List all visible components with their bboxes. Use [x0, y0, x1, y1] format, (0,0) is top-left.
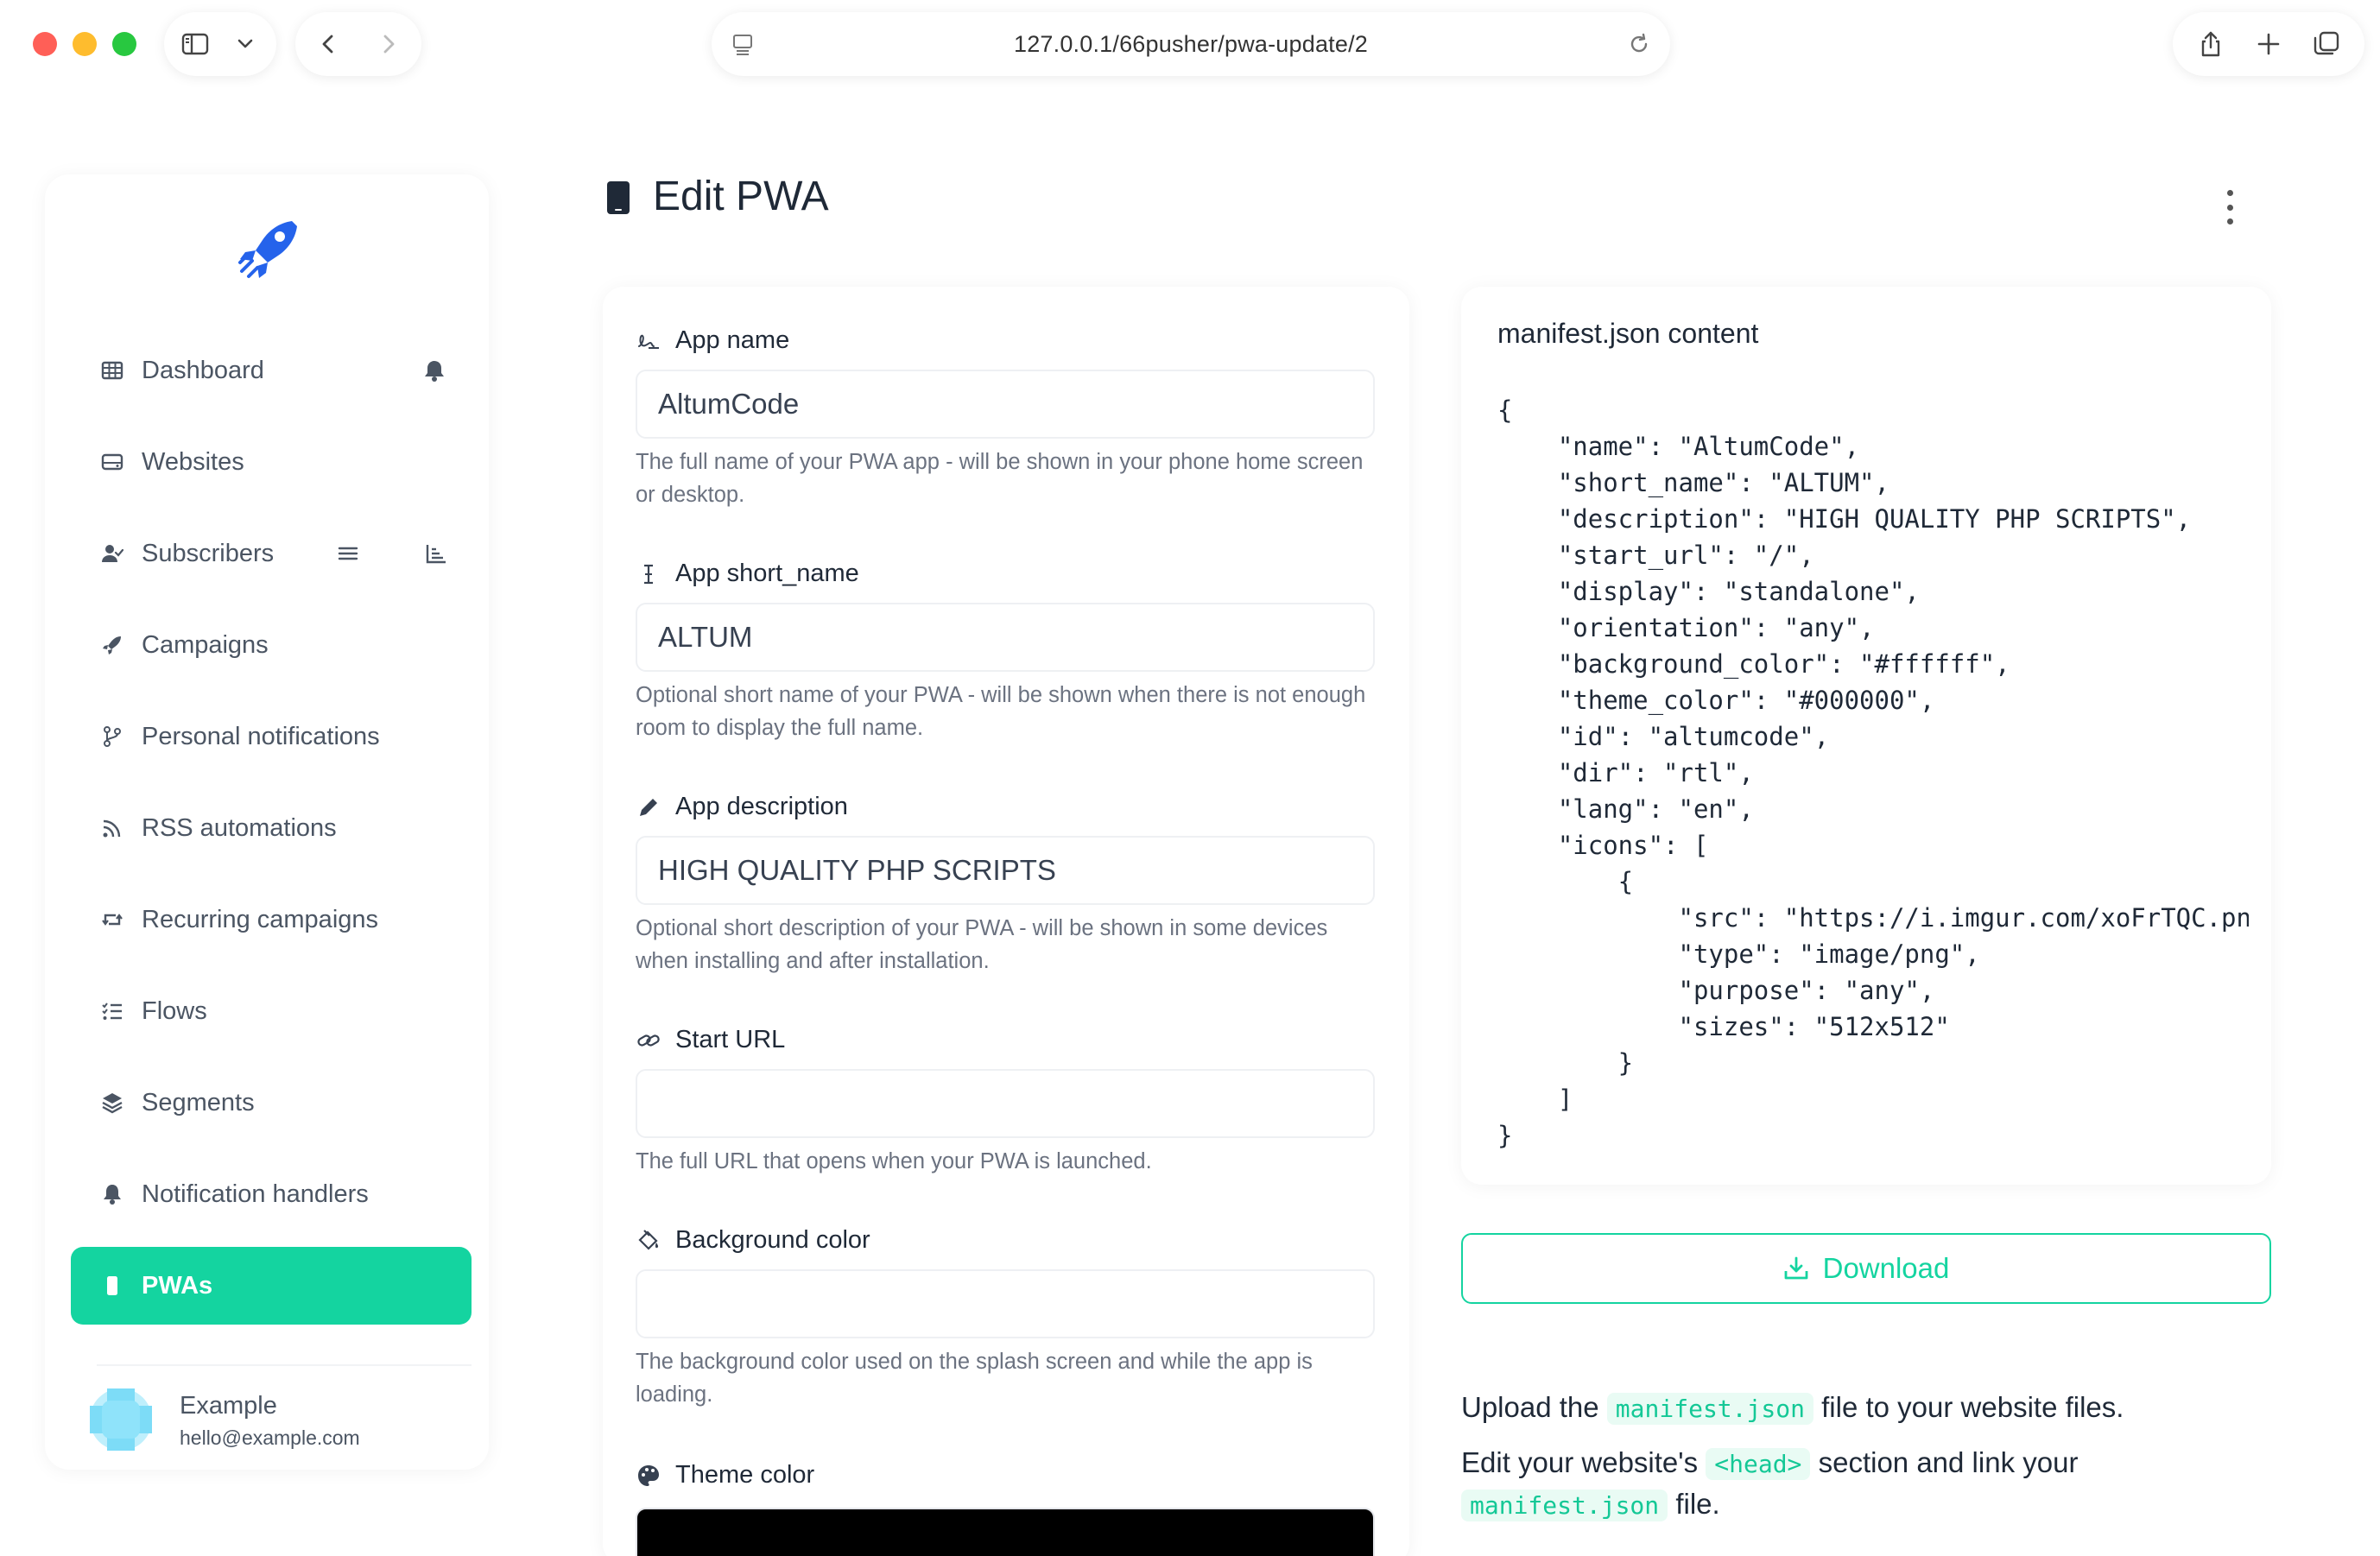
tab-overview-icon[interactable] — [2309, 27, 2344, 61]
forward-icon[interactable] — [371, 27, 406, 61]
background-color-label: Background color — [636, 1226, 870, 1255]
download-button[interactable]: Download — [1461, 1233, 2271, 1304]
manifest-title: manifest.json content — [1497, 318, 1759, 349]
rocket-icon — [100, 633, 124, 657]
palette-icon — [636, 1463, 661, 1489]
sidebar-item-rss-automations[interactable]: RSS automations — [71, 789, 472, 867]
signature-icon — [636, 328, 661, 354]
download-icon — [1784, 1256, 1808, 1280]
sidebar-item-flows[interactable]: Flows — [71, 972, 472, 1050]
instruction-link-manifest: manifest.json file. — [1461, 1482, 1720, 1528]
description-help: Optional short description of your PWA -… — [636, 916, 1328, 973]
instruction-edit-head: Edit your website's <head> section and l… — [1461, 1446, 2079, 1480]
description-input[interactable]: HIGH QUALITY PHP SCRIPTS — [636, 836, 1375, 905]
sidebar-item-websites[interactable]: Websites — [71, 423, 472, 501]
description-label: App description — [636, 793, 848, 821]
text-cursor-icon — [636, 561, 661, 587]
manifest-preview: manifest.json content { "name": "AltumCo… — [1461, 287, 2271, 1185]
share-icon[interactable] — [2193, 27, 2228, 61]
chevron-down-icon[interactable] — [228, 27, 263, 61]
code-chip: manifest.json — [1461, 1490, 1668, 1521]
sidebar-item-label: Recurring campaigns — [142, 905, 379, 933]
address-bar[interactable]: 127.0.0.1/66pusher/pwa-update/2 — [712, 12, 1670, 76]
fill-bucket-icon — [636, 1228, 661, 1254]
sidebar-item-label: Websites — [142, 447, 244, 476]
pencil-icon — [636, 794, 661, 820]
code-branch-icon — [100, 724, 124, 749]
history-nav-group — [295, 12, 421, 76]
background-color-help: The background color used on the splash … — [636, 1350, 1313, 1407]
rss-icon — [100, 816, 124, 840]
user-email: hello@example.com — [180, 1426, 360, 1449]
sidebar-item-label: Flows — [142, 996, 207, 1025]
instruction-upload: Upload the manifest.json file to your we… — [1461, 1391, 2124, 1425]
sidebar-item-subscribers[interactable]: Subscribers — [71, 515, 472, 592]
table-icon — [100, 358, 124, 383]
divider — [97, 1364, 472, 1366]
sidebar-item-campaigns[interactable]: Campaigns — [71, 606, 472, 684]
sidebar-item-notification-handlers[interactable]: Notification handlers — [71, 1155, 472, 1233]
more-options-icon[interactable] — [2219, 190, 2240, 225]
sidebar-item-label: RSS automations — [142, 813, 337, 842]
link-icon — [636, 1028, 661, 1053]
bell-icon[interactable] — [421, 357, 447, 383]
back-icon[interactable] — [311, 27, 345, 61]
reload-icon[interactable] — [1622, 27, 1656, 61]
sidebar-toggle-group — [164, 12, 276, 76]
theme-color-picker[interactable] — [636, 1508, 1375, 1556]
bar-chart-icon[interactable] — [423, 541, 449, 566]
sidebar-item-label: Campaigns — [142, 630, 269, 659]
sidebar-toggle-icon[interactable] — [178, 27, 212, 61]
app-name-label: App name — [636, 326, 789, 355]
start-url-help: The full URL that opens when your PWA is… — [636, 1149, 1152, 1173]
sidebar-item-label: Personal notifications — [142, 722, 380, 750]
code-chip: <head> — [1706, 1448, 1811, 1480]
hdd-icon — [100, 450, 124, 474]
minimize-window-button[interactable] — [73, 32, 97, 56]
rocket-logo-icon[interactable] — [230, 212, 307, 290]
bell-icon — [100, 1182, 124, 1206]
sidebar-item-personal-notifications[interactable]: Personal notifications — [71, 698, 472, 775]
download-label: Download — [1822, 1252, 1950, 1284]
background-color-picker[interactable] — [636, 1269, 1375, 1338]
manifest-code: { "name": "AltumCode", "short_name": "AL… — [1497, 395, 2249, 1150]
close-window-button[interactable] — [33, 32, 57, 56]
user-name[interactable]: Example — [180, 1392, 277, 1420]
page-settings-icon[interactable] — [725, 27, 760, 61]
browser-actions-group — [2173, 12, 2364, 76]
short-name-label: App short_name — [636, 560, 859, 588]
sidebar-item-label: Dashboard — [142, 356, 264, 384]
code-chip: manifest.json — [1606, 1393, 1813, 1425]
url-text: 127.0.0.1/66pusher/pwa-update/2 — [1013, 30, 1368, 57]
maximize-window-button[interactable] — [112, 32, 136, 56]
sidebar-item-label: Notification handlers — [142, 1180, 369, 1208]
user-check-icon — [100, 541, 124, 566]
short-name-help: Optional short name of your PWA - will b… — [636, 683, 1366, 740]
start-url-label: Start URL — [636, 1026, 785, 1054]
app-name-help: The full name of your PWA app - will be … — [636, 450, 1364, 507]
new-tab-icon[interactable] — [2251, 27, 2286, 61]
pwa-form: App name AltumCode The full name of your… — [603, 287, 1409, 1556]
sidebar: Dashboard Websites Subscribers Campaigns — [45, 174, 489, 1470]
layer-group-icon — [100, 1091, 124, 1115]
app-name-input[interactable]: AltumCode — [636, 370, 1375, 439]
tasks-icon — [100, 999, 124, 1023]
sidebar-item-pwas[interactable]: PWAs — [71, 1247, 472, 1325]
sidebar-item-dashboard[interactable]: Dashboard — [71, 332, 472, 409]
retweet-icon — [100, 908, 124, 932]
sidebar-item-label: Subscribers — [142, 539, 275, 567]
mobile-icon — [100, 1274, 124, 1298]
sidebar-item-recurring-campaigns[interactable]: Recurring campaigns — [71, 881, 472, 958]
sidebar-item-label: Segments — [142, 1088, 255, 1116]
start-url-input[interactable] — [636, 1069, 1375, 1138]
page-title: Edit PWA — [653, 174, 829, 219]
avatar[interactable] — [90, 1388, 152, 1451]
short-name-input[interactable]: ALTUM — [636, 603, 1375, 672]
browser-toolbar: 127.0.0.1/66pusher/pwa-update/2 — [0, 0, 2380, 95]
theme-color-label: Theme color — [636, 1461, 814, 1490]
sidebar-item-label: PWAs — [142, 1271, 213, 1300]
sidebar-item-segments[interactable]: Segments — [71, 1064, 472, 1142]
mobile-icon — [607, 181, 630, 214]
list-icon[interactable] — [335, 541, 361, 566]
